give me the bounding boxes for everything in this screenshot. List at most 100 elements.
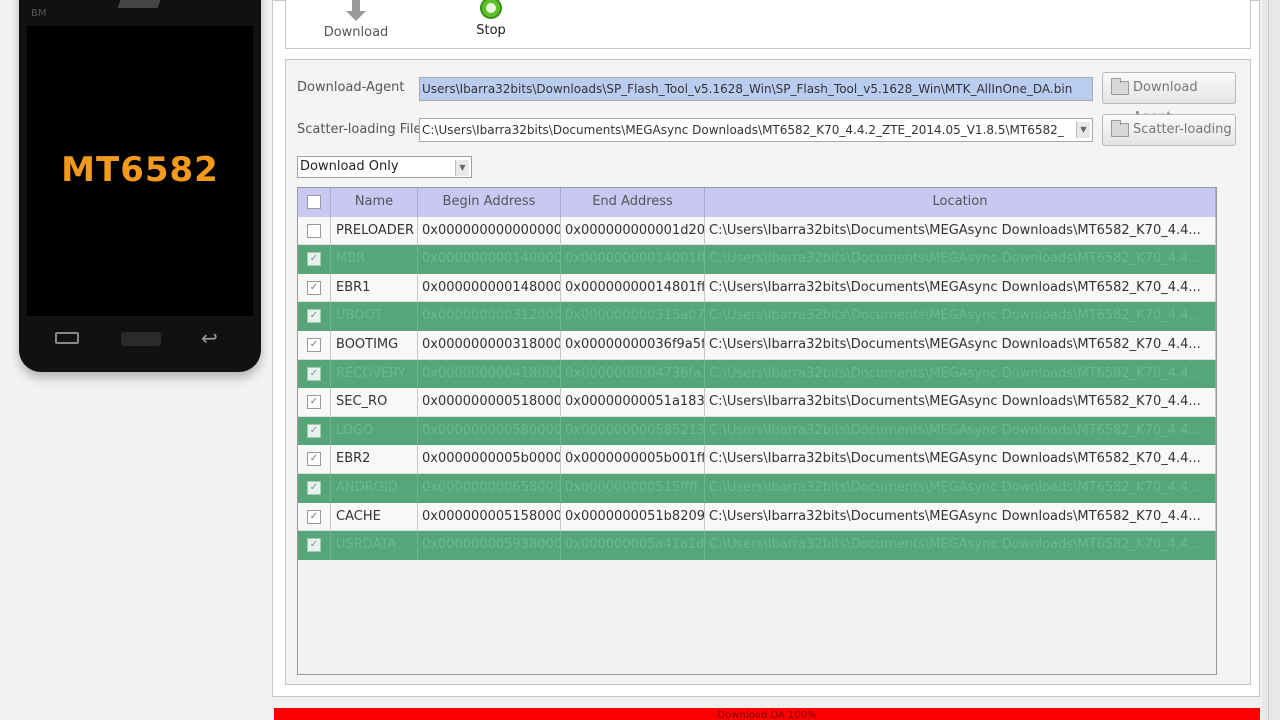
download-agent-button[interactable]: Download Agent [1102,72,1236,125]
partition-table: Name Begin Address End Address Location … [297,187,1217,675]
header-location[interactable]: Location [705,188,1216,217]
download-arrow-icon [344,0,368,23]
location-path: C:\Users\Ibarra32bits\Documents\MEGAsync… [705,502,1216,532]
stop-button[interactable]: Stop [451,0,531,38]
table-row[interactable]: ✓ CACHE 0x0000000051580000 0x0000000051b820… [298,502,1216,532]
partition-name: LOGO [331,416,418,446]
table-row[interactable]: ✓ USRDATA 0x0000000059380000 0x000000005a41… [298,531,1216,560]
row-checkbox[interactable]: ✓ [307,309,321,324]
table-row[interactable]: ✓ LOGO 0x0000000005800000 0x000000000585213… [298,416,1216,446]
row-checkbox[interactable]: ✓ [307,395,321,410]
header-name[interactable]: Name [331,188,418,217]
table-row[interactable]: PRELOADER 0x0000000000000000 0x00000000000… [298,216,1216,246]
row-check-cell: ✓ [298,331,331,360]
row-check-cell: ✓ [298,474,331,503]
end-address: 0x000000000585213 [561,416,705,446]
phone-shine [117,0,161,8]
scatter-file-field[interactable]: C:\Users\Ibarra32bits\Documents\MEGAsync… [419,118,1093,142]
back-key-icon: ↩ [201,326,218,350]
location-path: C:\Users\Ibarra32bits\Documents\MEGAsync… [705,474,1216,503]
begin-address: 0x0000000059380000 [418,531,561,560]
scatter-loading-button-label: Scatter-loading [1133,122,1232,137]
partition-name: MBR [331,245,418,274]
location-path: C:\Users\Ibarra32bits\Documents\MEGAsync… [705,273,1216,303]
location-path: C:\Users\Ibarra32bits\Documents\MEGAsync… [705,445,1216,474]
row-checkbox[interactable]: ✓ [307,280,321,295]
table-row[interactable]: ✓ RECOVERY 0x0000000004180000 0x00000000047… [298,359,1216,389]
folder-icon [1111,120,1129,137]
location-path: C:\Users\Ibarra32bits\Documents\MEGAsync… [705,302,1216,331]
begin-address: 0x0000000003120000 [418,302,561,331]
partition-name: SEC_RO [331,388,418,417]
begin-address: 0x0000000001400000 [418,245,561,274]
row-check-cell: ✓ [298,302,331,331]
end-address: 0x000000000515ffff [561,474,705,503]
begin-address: 0x0000000003180000 [418,331,561,360]
row-check-cell: ✓ [298,502,331,532]
download-agent-field[interactable]: Users\Ibarra32bits\Downloads\SP_Flash_To… [419,77,1093,101]
row-checkbox[interactable]: ✓ [307,252,321,267]
row-check-cell: ✓ [298,445,331,474]
begin-address: 0x0000000005180000 [418,388,561,417]
partition-name: UBOOT [331,302,418,331]
partition-name: BOOTIMG [331,331,418,360]
location-path: C:\Users\Ibarra32bits\Documents\MEGAsync… [705,531,1216,560]
row-checkbox[interactable]: ✓ [307,423,321,438]
download-mode-select[interactable]: Download Only ▼ [297,156,472,178]
download-label: Download [323,25,389,40]
download-tab-content: Download-Agent Users\Ibarra32bits\Downlo… [285,59,1251,685]
row-checkbox[interactable]: ✓ [307,452,321,467]
row-checkbox[interactable]: ✓ [307,366,321,381]
table-row[interactable]: ✓ BOOTIMG 0x0000000003180000 0x00000000036f… [298,331,1216,360]
table-row[interactable]: ✓ UBOOT 0x0000000003120000 0x000000000315a0… [298,302,1216,331]
begin-address: 0x0000000051580000 [418,502,561,532]
row-checkbox[interactable]: ✓ [307,481,321,495]
phone-image: BM MT6582 ↩ [19,0,261,372]
location-path: C:\Users\Ibarra32bits\Documents\MEGAsync… [705,331,1216,360]
row-checkbox[interactable]: ✓ [307,338,321,352]
location-path: C:\Users\Ibarra32bits\Documents\MEGAsync… [705,416,1216,446]
device-panel: BM MT6582 ↩ [0,0,272,720]
table-row[interactable]: ✓ ANDROID 0x0000000006580000 0x000000000515… [298,474,1216,503]
end-address: 0x0000000051b82093 [561,502,705,532]
begin-address: 0x0000000004180000 [418,359,561,389]
select-all-header [298,188,331,217]
select-all-checkbox[interactable] [307,195,321,209]
stop-label: Stop [476,23,506,38]
download-agent-label: Download-Agent [297,80,405,95]
scatter-loading-button[interactable]: Scatter-loading [1102,114,1236,146]
row-checkbox[interactable]: ✓ [307,538,321,553]
row-check-cell: ✓ [298,273,331,303]
chevron-down-icon[interactable]: ▼ [455,160,469,176]
table-row[interactable]: ✓ EBR2 0x0000000005b00000 0x0000000005b001f… [298,445,1216,474]
download-mode-value: Download Only [300,159,399,174]
end-address: 0x0000000004736fa7 [561,359,705,389]
table-row[interactable]: ✓ EBR1 0x0000000001480000 0x00000000014801f… [298,273,1216,303]
location-path: C:\Users\Ibarra32bits\Documents\MEGAsync… [705,388,1216,417]
row-checkbox[interactable]: ✓ [307,509,321,524]
scatter-file-label: Scatter-loading File [297,122,422,137]
chevron-down-icon[interactable]: ▼ [1076,122,1090,138]
header-begin-address[interactable]: Begin Address [418,188,561,217]
end-address: 0x0000000005b001ff [561,445,705,474]
table-row[interactable]: ✓ SEC_RO 0x0000000005180000 0x00000000051a1… [298,388,1216,417]
home-key-icon [121,332,161,346]
folder-icon [1111,78,1129,95]
header-end-address[interactable]: End Address [561,188,705,217]
row-check-cell: ✓ [298,359,331,389]
partition-name: ANDROID [331,474,418,503]
table-row[interactable]: ✓ MBR 0x0000000001400000 0x00000000014001ff… [298,245,1216,274]
scatter-file-value: C:\Users\Ibarra32bits\Documents\MEGAsync… [422,123,1064,137]
end-address: 0x000000000315a07 [561,302,705,331]
end-address: 0x00000000014001ff [561,245,705,274]
download-button[interactable]: Download [316,0,396,40]
partition-name: RECOVERY [331,359,418,389]
row-check-cell [298,216,331,246]
location-path: C:\Users\Ibarra32bits\Documents\MEGAsync… [705,245,1216,274]
row-check-cell: ✓ [298,388,331,417]
chip-label: MT6582 [61,150,219,190]
table-header: Name Begin Address End Address Location [298,188,1216,217]
row-checkbox[interactable] [307,223,321,238]
end-address: 0x00000000051a183f [561,388,705,417]
begin-address: 0x0000000001480000 [418,273,561,303]
